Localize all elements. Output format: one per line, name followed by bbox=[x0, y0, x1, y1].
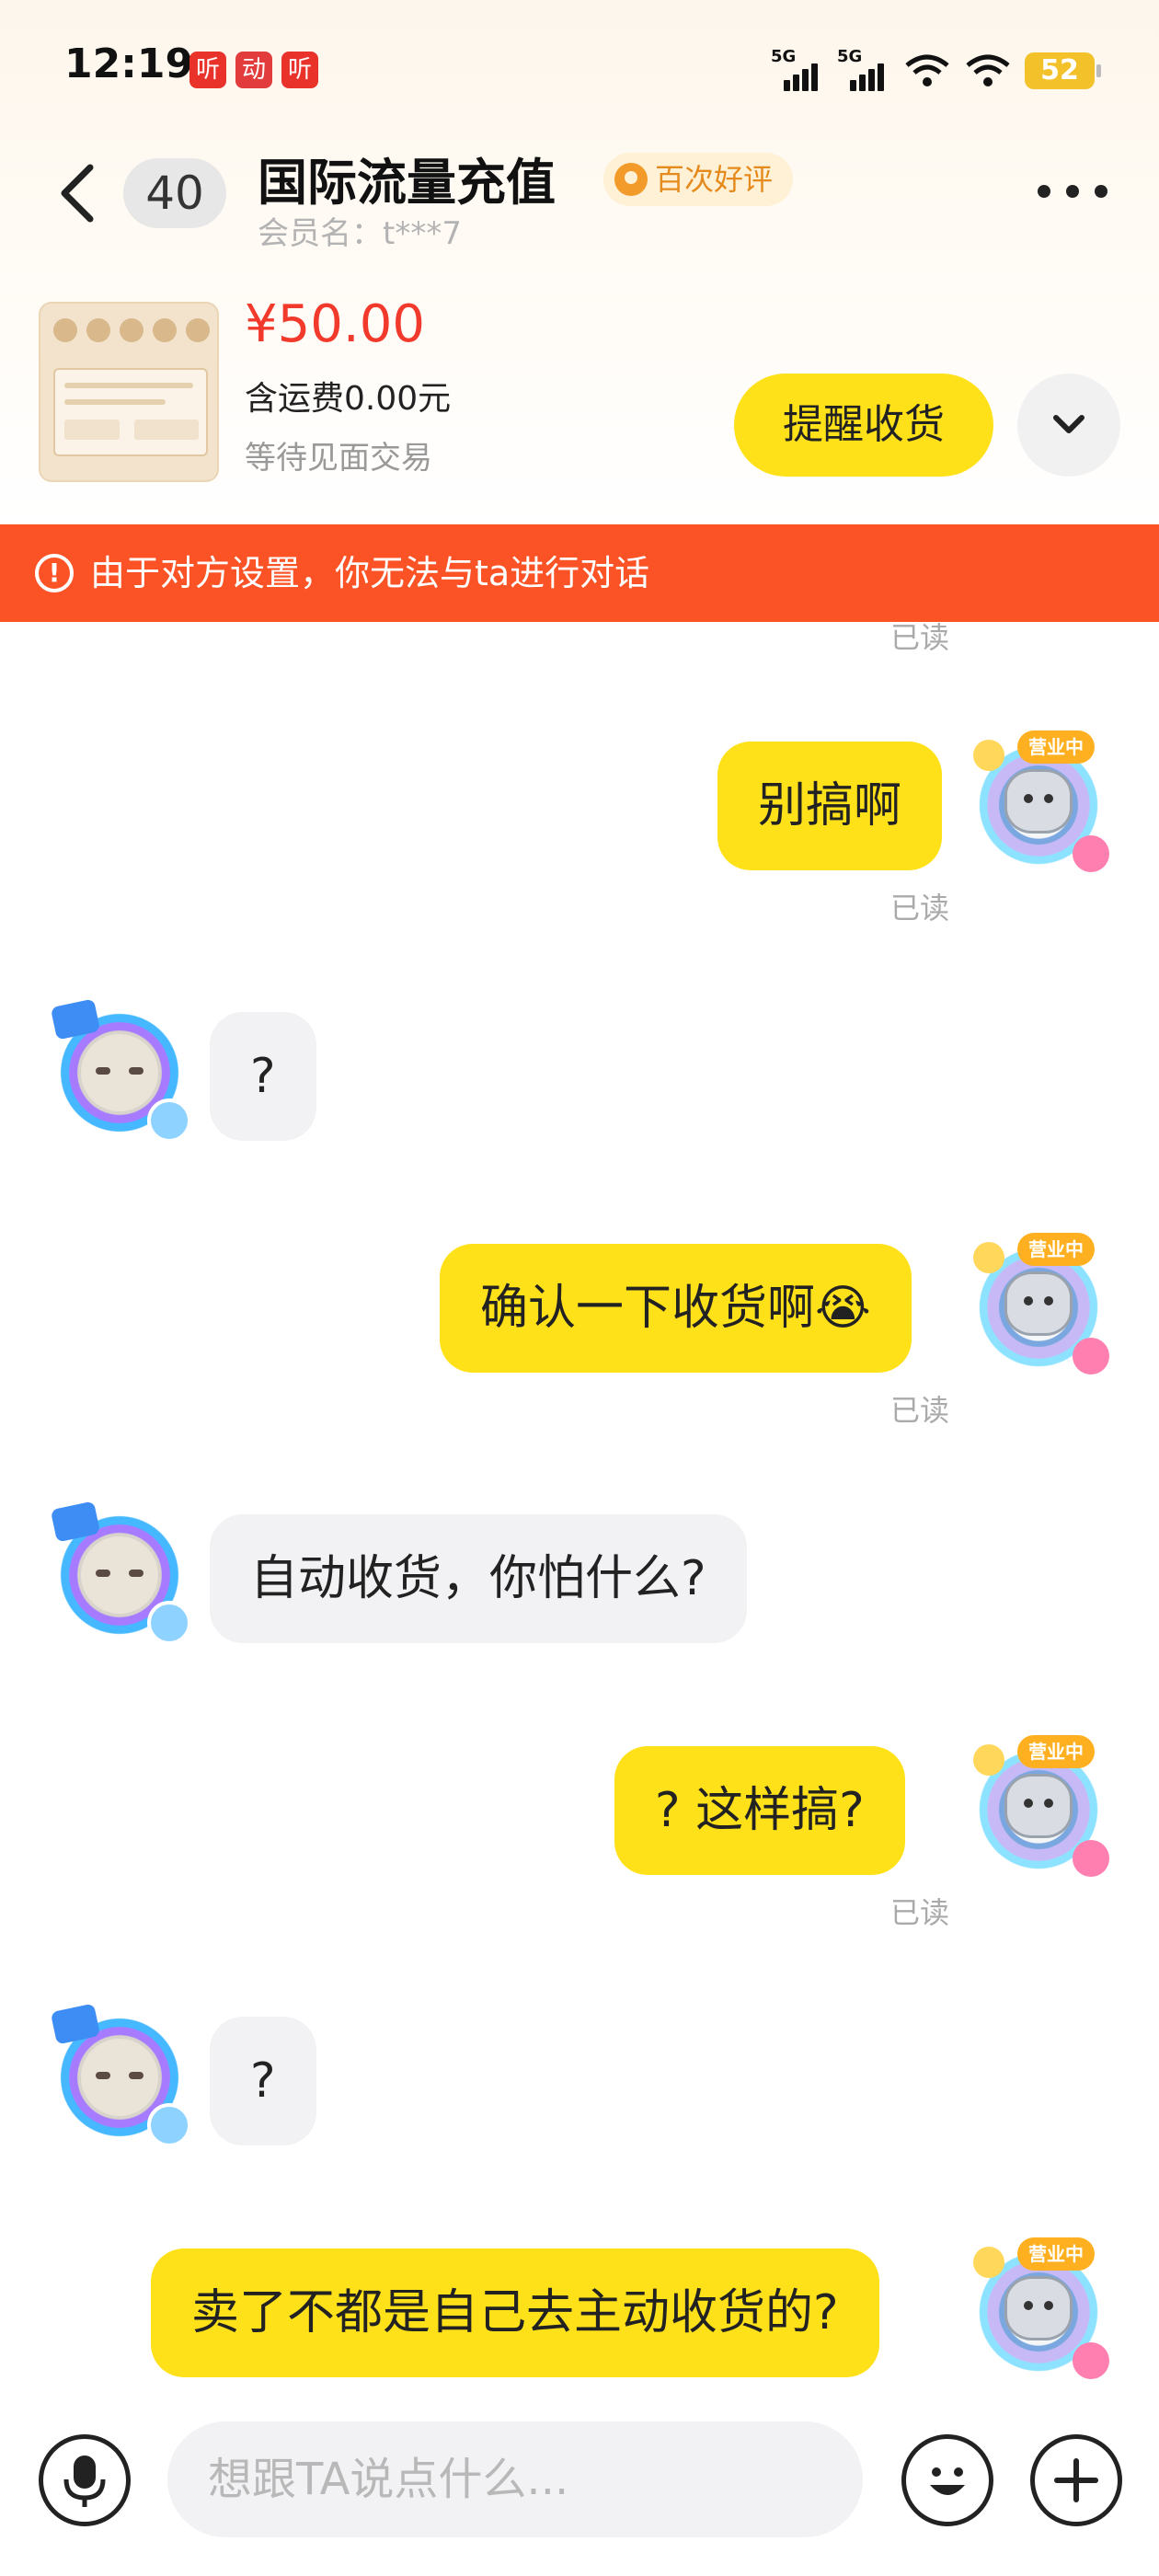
rating-badge-label: 百次好评 bbox=[655, 162, 774, 197]
dot-icon bbox=[1038, 185, 1050, 198]
order-card: ¥50.00 含运费0.00元 等待见面交易 提醒收货 bbox=[0, 294, 1159, 497]
read-receipt: 已读 bbox=[889, 1895, 949, 1930]
warning-icon: ! bbox=[35, 554, 74, 592]
chevron-left-icon bbox=[61, 164, 94, 223]
my-avatar[interactable]: 营业中 bbox=[970, 1233, 1109, 1376]
shipping-fee: 含运费0.00元 bbox=[245, 380, 452, 418]
app-notification-icon: 听 bbox=[281, 52, 318, 88]
dot-icon bbox=[1066, 185, 1079, 198]
member-name: 会员名：t***7 bbox=[258, 215, 462, 252]
message-input[interactable] bbox=[167, 2421, 863, 2537]
product-thumbnail[interactable] bbox=[39, 302, 219, 482]
app-notification-icon: 动 bbox=[235, 52, 272, 88]
medal-icon bbox=[614, 163, 648, 196]
signal-icon: 5G bbox=[771, 47, 824, 91]
message-bubble-sent[interactable]: 别搞啊 bbox=[717, 742, 943, 870]
banner-text: 由于对方设置，你无法与ta进行对话 bbox=[90, 553, 650, 593]
battery-icon: 52 bbox=[1025, 52, 1101, 89]
microphone-icon bbox=[63, 2455, 106, 2507]
dot-icon bbox=[1095, 185, 1107, 198]
remind-receipt-button[interactable]: 提醒收货 bbox=[734, 374, 993, 477]
order-price: ¥50.00 bbox=[245, 294, 425, 354]
wifi-icon bbox=[905, 54, 949, 86]
message-input-bar bbox=[0, 2407, 1159, 2554]
contact-avatar[interactable] bbox=[46, 998, 193, 1146]
more-options-button[interactable] bbox=[1038, 180, 1107, 202]
add-attachment-button[interactable] bbox=[1030, 2434, 1122, 2526]
my-avatar[interactable]: 营业中 bbox=[970, 2237, 1109, 2381]
unread-count-badge[interactable]: 40 bbox=[123, 158, 226, 228]
back-button[interactable] bbox=[52, 160, 107, 226]
status-time: 12:19 bbox=[64, 40, 194, 87]
avatar-status-tag: 营业中 bbox=[1017, 2237, 1095, 2271]
app-notification-icon: 听 bbox=[189, 52, 226, 88]
my-avatar[interactable]: 营业中 bbox=[970, 730, 1109, 874]
read-receipt: 已读 bbox=[889, 1393, 949, 1428]
message-bubble-sent[interactable]: 确认一下收货啊😭 bbox=[440, 1244, 912, 1373]
avatar-status-tag: 营业中 bbox=[1017, 1233, 1095, 1266]
rating-badge[interactable]: 百次好评 bbox=[603, 153, 794, 206]
plus-icon bbox=[1054, 2458, 1098, 2502]
expand-order-button[interactable] bbox=[1017, 374, 1120, 477]
voice-input-button[interactable] bbox=[39, 2434, 131, 2526]
message-bubble-received[interactable]: 自动收货，你怕什么? bbox=[210, 1514, 747, 1643]
message-bubble-sent[interactable]: ? 这样搞? bbox=[614, 1746, 905, 1875]
contact-avatar[interactable] bbox=[46, 1501, 193, 1649]
chat-header: 40 国际流量充值 百次好评 会员名：t***7 bbox=[0, 138, 1159, 258]
status-icons: 5G 5G 52 bbox=[771, 47, 1101, 94]
my-avatar[interactable]: 营业中 bbox=[970, 1735, 1109, 1879]
read-receipt: 已读 bbox=[889, 891, 949, 926]
order-status: 等待见面交易 bbox=[245, 440, 432, 477]
message-bubble-received[interactable]: ? bbox=[210, 2017, 316, 2145]
avatar-status-tag: 营业中 bbox=[1017, 1735, 1095, 1768]
chat-blocked-banner: ! 由于对方设置，你无法与ta进行对话 bbox=[0, 524, 1159, 622]
page-title: 国际流量充值 bbox=[258, 154, 556, 212]
contact-avatar[interactable] bbox=[46, 2003, 193, 2151]
message-bubble-sent[interactable]: 卖了不都是自己去主动收货的? bbox=[151, 2248, 879, 2377]
wifi-icon bbox=[966, 54, 1010, 86]
status-bar: 12:19 听 动 听 5G 5G 52 bbox=[0, 37, 1159, 110]
message-bubble-received[interactable]: ? bbox=[210, 1012, 316, 1141]
emoji-button[interactable] bbox=[901, 2434, 993, 2526]
emoji-icon bbox=[930, 2467, 965, 2495]
avatar-status-tag: 营业中 bbox=[1017, 730, 1095, 764]
chevron-down-icon bbox=[1053, 415, 1084, 433]
signal-icon: 5G bbox=[837, 47, 890, 91]
read-receipt: 已读 bbox=[889, 620, 949, 655]
